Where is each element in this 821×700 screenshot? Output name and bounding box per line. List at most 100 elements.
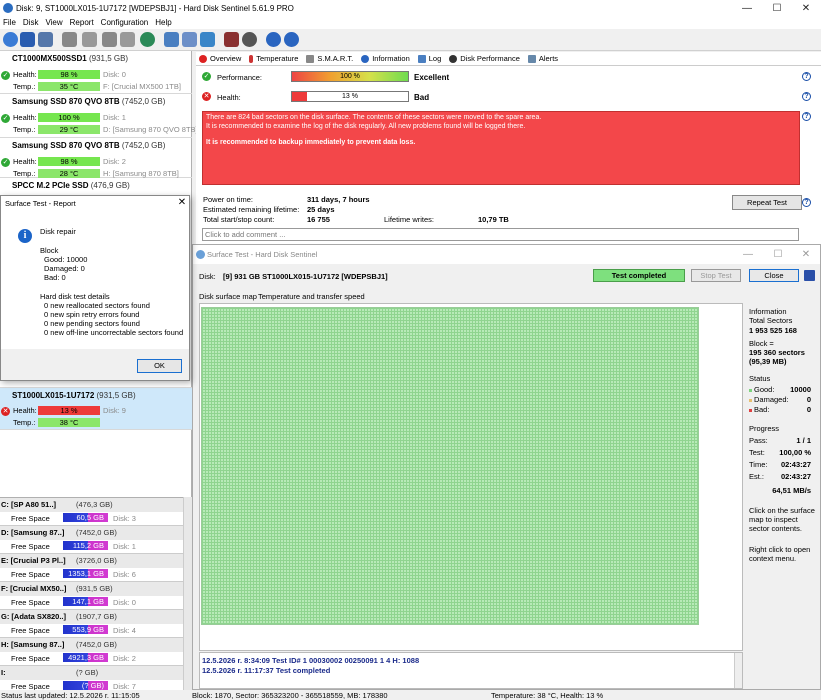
menu-view[interactable]: View xyxy=(42,17,66,29)
menu-configuration[interactable]: Configuration xyxy=(98,17,153,29)
comment-input[interactable]: Click to add comment ... xyxy=(202,228,799,241)
menu-report[interactable]: Report xyxy=(67,17,98,29)
detail-line: 0 new off-line uncorrectable sectors fou… xyxy=(44,328,184,337)
surface-app-icon xyxy=(196,250,205,259)
volume-disk: Disk: 4 xyxy=(113,626,136,635)
help-icon[interactable]: ? xyxy=(802,198,811,207)
disk-entry[interactable]: Samsung SSD 870 QVO 8TB (7452,0 GB) ✓ He… xyxy=(0,94,198,138)
network-icon[interactable] xyxy=(140,32,155,47)
disk-entry[interactable]: Samsung SSD 870 QVO 8TB (7452,0 GB) ✓ He… xyxy=(0,138,192,178)
maximize-button[interactable]: ☐ xyxy=(763,245,793,264)
detail-line: 0 new pending sectors found xyxy=(44,319,140,328)
tab-overview[interactable]: Overview xyxy=(196,52,246,66)
menu-disk[interactable]: Disk xyxy=(20,17,43,29)
good-count: Good: 10000 xyxy=(44,255,88,264)
volume-entry[interactable]: F: [Crucial MX50..] (931,5 GB) Free Space 1… xyxy=(0,582,183,610)
health-status: Bad xyxy=(414,93,430,102)
repeat-test-button[interactable]: Repeat Test xyxy=(732,195,802,210)
speed-value: 64,51 MB/s xyxy=(772,486,811,495)
close-button[interactable]: Close xyxy=(749,269,799,282)
temp-label: Temp.: xyxy=(13,125,36,134)
tab-information[interactable]: Information xyxy=(358,52,415,66)
help-icon[interactable]: ? xyxy=(802,72,811,81)
lifetime-writes-value: 10,79 TB xyxy=(478,215,509,224)
disk-number: Disk: 2 xyxy=(103,157,126,166)
surface-test-icon[interactable] xyxy=(82,32,97,47)
disk-test-icon[interactable] xyxy=(102,32,117,47)
help-icon[interactable] xyxy=(266,32,281,47)
volume-entry[interactable]: E: [Crucial P3 Pl..] (3726,0 GB) Free Spac… xyxy=(0,554,183,582)
block-mb: (95,39 MB) xyxy=(749,357,787,366)
about-icon[interactable] xyxy=(284,32,299,47)
health-label: Health: xyxy=(13,70,37,79)
minimize-button[interactable]: — xyxy=(732,0,762,17)
minimize-button[interactable]: — xyxy=(733,245,763,264)
tab-temperature-speed[interactable]: Temperature and transfer speed xyxy=(258,292,365,301)
progress-heading: Progress xyxy=(749,424,780,433)
volume-scrollbar[interactable] xyxy=(183,497,192,697)
save-report-icon[interactable] xyxy=(164,32,179,47)
test-value: 100,00 % xyxy=(779,448,811,457)
partition-label: D: [Samsung 870 QVO 8TB] xyxy=(103,125,198,134)
monitor-icon[interactable] xyxy=(224,32,239,47)
volume-entry[interactable]: H: [Samsung 87..] (7452,0 GB) Free Space 49… xyxy=(0,638,183,666)
surface-map[interactable] xyxy=(201,307,699,625)
settings-icon[interactable] xyxy=(242,32,257,47)
free-space-bar: 1353,1 GB xyxy=(63,569,108,578)
ok-button[interactable]: OK xyxy=(137,359,182,373)
tab-alerts[interactable]: Alerts xyxy=(525,52,563,66)
volume-entry[interactable]: D: [Samsung 87..] (7452,0 GB) Free Space 11… xyxy=(0,526,183,554)
volume-name: G: [Adata SX820..] xyxy=(1,612,67,621)
temp-bar: 35 °C xyxy=(38,82,100,91)
volume-disk: Disk: 0 xyxy=(113,598,136,607)
help-icon[interactable]: ? xyxy=(802,112,811,121)
tab-log[interactable]: Log xyxy=(415,52,447,66)
volume-size: (7452,0 GB) xyxy=(76,640,117,649)
disk-info-icon[interactable] xyxy=(20,32,35,47)
log-icon xyxy=(417,54,426,63)
send-icon[interactable] xyxy=(200,32,215,47)
save-icon[interactable] xyxy=(804,270,815,281)
maximize-button[interactable]: ☐ xyxy=(762,0,792,17)
close-window-button[interactable]: ✕ xyxy=(791,245,821,264)
status-bar: Status last updated: 12.5.2026 r. 11:15:… xyxy=(0,690,821,700)
tab-surface-map[interactable]: Disk surface map xyxy=(199,292,257,301)
info-panel: Information Total Sectors 1 953 525 168 … xyxy=(745,303,820,691)
tab-smart[interactable]: S.M.A.R.T. xyxy=(303,52,358,66)
tab-disk-performance[interactable]: Disk Performance xyxy=(446,52,525,66)
hint-text: Right click to open xyxy=(749,545,811,554)
test-status-badge: Test completed xyxy=(593,269,685,282)
test-log: 12.5.2026 r. 8:34:09 Test ID# 1 00030002… xyxy=(199,652,743,689)
volume-entry[interactable]: G: [Adata SX820..] (1907,7 GB) Free Space 5… xyxy=(0,610,183,638)
error-icon: ✕ xyxy=(1,407,10,416)
detail-line: 0 new spin retry errors found xyxy=(44,310,140,319)
performance-label: Performance: xyxy=(217,73,263,82)
tab-temperature[interactable]: Temperature xyxy=(246,52,303,66)
log-line: 12.5.2026 r. 11:17:37 Test completed xyxy=(202,666,331,675)
disk-entry-selected[interactable]: ST1000LX015-1U7172 (931,5 GB) ✕ Health: … xyxy=(0,388,192,430)
copy-icon[interactable] xyxy=(182,32,197,47)
extended-test-icon[interactable] xyxy=(120,32,135,47)
volume-name: D: [Samsung 87..] xyxy=(1,528,65,537)
volume-entry[interactable]: C: [SP A80 51..] (476,3 GB) Free Space 60,5… xyxy=(0,498,183,526)
est-value: 02:43:27 xyxy=(780,472,811,481)
close-window-button[interactable]: ✕ xyxy=(791,0,821,17)
test-icon[interactable] xyxy=(62,32,77,47)
dialog-close-button[interactable]: ✕ xyxy=(175,196,189,210)
help-icon[interactable]: ? xyxy=(802,92,811,101)
stop-test-button[interactable]: Stop Test xyxy=(691,269,741,282)
menu-help[interactable]: Help xyxy=(152,17,175,29)
details-heading: Hard disk test details xyxy=(40,292,110,301)
volume-size: (1907,7 GB) xyxy=(76,612,117,621)
refresh-icon[interactable] xyxy=(3,32,18,47)
status-temperature: Temperature: 38 °C, Health: 13 % xyxy=(491,691,604,700)
disk-entry[interactable]: CT1000MX500SSD1 (931,5 GB) ✓ Health: 98 … xyxy=(0,51,192,94)
volume-name: H: [Samsung 87..] xyxy=(1,640,65,649)
pass-value: 1 / 1 xyxy=(796,436,811,445)
ok-icon: ✓ xyxy=(1,71,10,80)
remaining-label: Estimated remaining lifetime: xyxy=(203,205,300,214)
log-scrollbar[interactable] xyxy=(734,653,742,688)
menu-bar: File Disk View Report Configuration Help xyxy=(0,17,821,29)
report-icon[interactable] xyxy=(38,32,53,47)
menu-file[interactable]: File xyxy=(0,17,20,29)
